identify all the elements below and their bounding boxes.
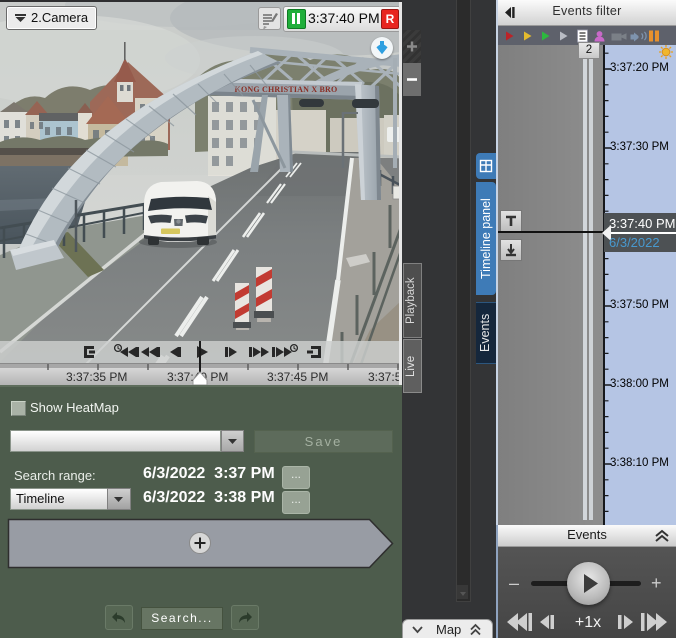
svg-text:KONG CHRISTIAN X BRO: KONG CHRISTIAN X BRO	[235, 85, 338, 94]
svg-text:+1x: +1x	[575, 614, 601, 631]
